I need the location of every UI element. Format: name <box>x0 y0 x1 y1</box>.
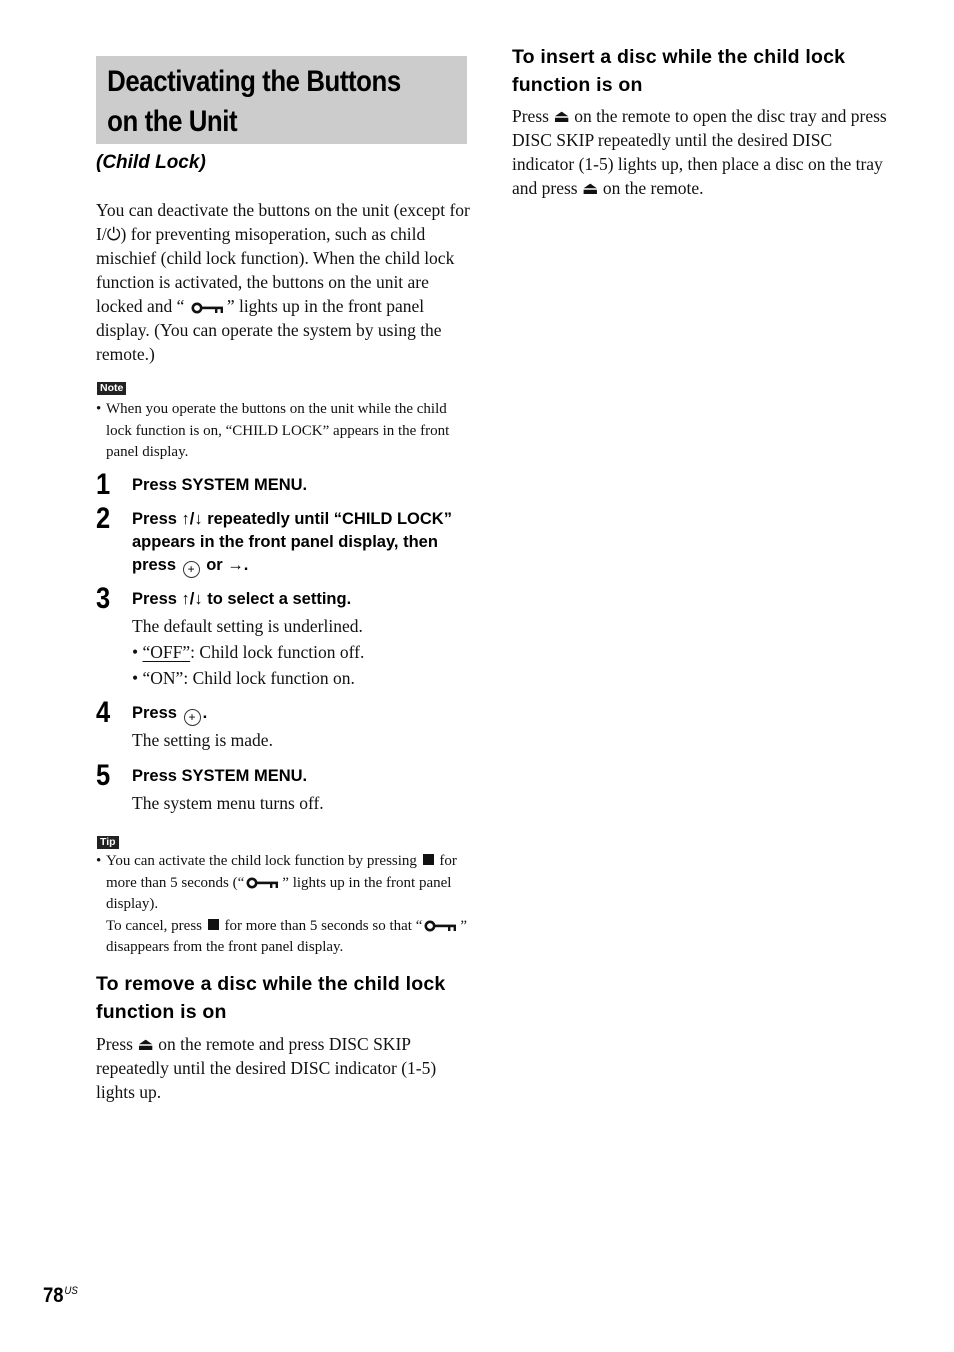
page-number-value: 78 <box>43 1284 64 1307</box>
stop-icon <box>207 918 219 930</box>
step-description: The setting is made. <box>132 730 273 750</box>
page-title: Deactivating the Buttons on the Unit <box>96 56 415 142</box>
tip-cancel-text-2: for more than 5 seconds so that “ <box>224 917 423 934</box>
note-label: Note <box>97 382 127 395</box>
note-text: When you operate the buttons on the unit… <box>106 401 450 460</box>
step-heading: Press SYSTEM MENU. <box>132 476 308 494</box>
step-3: 3 Press ↑/↓ to select a setting. The def… <box>96 584 468 691</box>
tip-text-1: You can activate the child lock function… <box>106 853 417 869</box>
step-heading: Press +. <box>132 698 468 726</box>
tip-text: You can activate the child lock function… <box>106 851 468 916</box>
option-text: : Child lock function off. <box>190 642 365 662</box>
option-on: • “ON”: Child lock function on. <box>132 665 468 691</box>
option-value: “ON” <box>142 668 184 688</box>
eject-icon: ⏏ <box>581 178 599 198</box>
option-text: : Child lock function on. <box>183 668 355 688</box>
tip-cancel: To cancel, press for more than 5 seconds… <box>96 916 468 959</box>
step-number: 5 <box>96 759 111 792</box>
intro-text-1: You can deactivate the buttons on the un… <box>96 200 470 220</box>
page-region: US <box>64 1285 78 1297</box>
step-number: 4 <box>96 696 111 729</box>
step-5: 5 Press SYSTEM MENU. The system menu tur… <box>96 761 468 816</box>
step-2: 2 Press ↑/↓ repeatedly until “CHILD LOCK… <box>96 504 468 578</box>
tip-cancel-text-1: To cancel, press <box>106 917 202 934</box>
page-title-line2: on the Unit <box>107 105 238 138</box>
power-icon: I/⏻ <box>96 224 121 244</box>
step-number: 2 <box>96 502 111 535</box>
step-heading-text: . <box>202 704 208 722</box>
key-icon <box>246 877 279 888</box>
insert-disc-body: Press ⏏ on the remote to open the disc t… <box>512 104 887 200</box>
step-number: 1 <box>96 468 111 501</box>
stop-icon <box>422 854 434 865</box>
tip-label: Tip <box>97 836 119 849</box>
step-heading: Press ↑/↓ to select a setting. <box>132 590 352 608</box>
step-heading: Press ↑/↓ repeatedly until “CHILD LOCK” … <box>132 504 468 578</box>
step-heading-text: or →. <box>206 556 249 574</box>
step-description: The system menu turns off. <box>132 793 324 813</box>
option-value-default: “OFF” <box>142 642 191 662</box>
step-number: 3 <box>96 582 111 615</box>
remove-disc-text-1: Press <box>96 1034 138 1054</box>
insert-disc-text-3: on the remote. <box>598 178 704 198</box>
step-description: The default setting is underlined. <box>132 616 363 636</box>
bullet: • <box>132 642 139 662</box>
step-heading-text: Press ↑/↓ repeatedly until “CHILD LOCK” … <box>132 510 452 574</box>
key-icon <box>191 302 223 314</box>
note-body: • When you operate the buttons on the un… <box>96 399 468 464</box>
page-number: 78US <box>43 1284 78 1308</box>
enter-icon: + <box>182 561 200 578</box>
remove-disc-heading: To remove a disc while the child lock fu… <box>96 973 446 1023</box>
insert-disc-heading: To insert a disc while the child lock fu… <box>512 46 846 96</box>
bullet: • <box>96 853 102 869</box>
tip-body: • You can activate the child lock functi… <box>96 851 468 959</box>
bullet: • <box>132 668 139 688</box>
step-4: 4 Press +. The setting is made. <box>96 698 468 753</box>
step-heading: Press SYSTEM MENU. <box>132 767 308 785</box>
key-icon <box>424 920 457 931</box>
eject-icon: ⏏ <box>137 1034 154 1054</box>
step-1: 1 Press SYSTEM MENU. <box>96 468 468 501</box>
remove-disc-body: Press ⏏ on the remote and press DISC SKI… <box>96 1032 471 1104</box>
intro-paragraph: You can deactivate the buttons on the un… <box>96 198 471 366</box>
title-banner: Deactivating the Buttons on the Unit <box>96 56 467 144</box>
page-title-line1: Deactivating the Buttons <box>107 65 401 98</box>
page-subtitle: (Child Lock) <box>96 152 206 173</box>
option-off: • “OFF”: Child lock function off. <box>132 639 468 665</box>
insert-disc-text-1: Press <box>512 106 554 126</box>
step-heading-text: Press <box>132 704 177 722</box>
enter-icon: + <box>183 709 201 726</box>
eject-icon: ⏏ <box>553 106 570 126</box>
bullet: • <box>96 401 102 417</box>
